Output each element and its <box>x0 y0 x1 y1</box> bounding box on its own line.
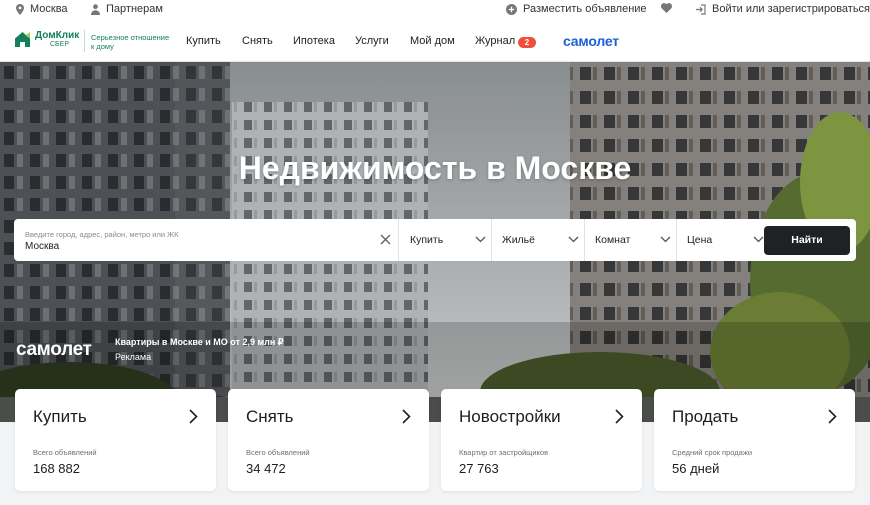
ad-brand-logo[interactable]: самолет <box>16 339 92 361</box>
card-subtitle: Всего объявлений <box>246 448 310 457</box>
heart-icon <box>661 3 672 13</box>
post-ad-link[interactable]: Разместить объявление <box>506 3 647 15</box>
city-label: Москва <box>30 3 68 15</box>
card-value: 34 472 <box>246 461 286 476</box>
card-title: Продать <box>672 407 739 426</box>
search-divider <box>398 219 399 261</box>
card-subtitle: Средний срок продажи <box>672 448 753 457</box>
card-title: Новостройки <box>459 407 561 426</box>
clear-icon[interactable] <box>380 234 391 245</box>
card-value: 27 763 <box>459 461 499 476</box>
card-value: 168 882 <box>33 461 80 476</box>
main-navigation: ДомКлик СБЕР Серьезное отношение к дому … <box>0 20 870 62</box>
login-icon <box>696 3 706 15</box>
logo-divider <box>84 30 85 52</box>
nav-link-journal[interactable]: Журнал <box>475 35 515 47</box>
person-icon <box>91 3 100 15</box>
favorites-button[interactable] <box>661 3 672 13</box>
card-new-buildings[interactable]: Новостройки Квартир от застройщиков 27 7… <box>441 389 642 491</box>
tagline: Серьезное отношение к дому <box>91 33 169 51</box>
search-input[interactable]: Москва <box>25 241 59 252</box>
chevron-down-icon <box>753 236 764 243</box>
search-divider <box>584 219 585 261</box>
logo-sub: СБЕР <box>50 41 69 48</box>
chevron-right-icon <box>615 409 624 424</box>
chevron-down-icon <box>475 236 486 243</box>
search-divider <box>676 219 677 261</box>
deal-type-select[interactable]: Купить <box>410 234 443 246</box>
login-link[interactable]: Войти или зарегистрироваться <box>695 3 870 15</box>
nav-link-rent[interactable]: Снять <box>242 35 273 47</box>
chevron-right-icon <box>402 409 411 424</box>
login-label: Войти или зарегистрироваться <box>712 3 870 15</box>
logo-name: ДомКлик <box>35 30 80 41</box>
nav-link-mortgage[interactable]: Ипотека <box>293 35 335 47</box>
rooms-select[interactable]: Комнат <box>595 234 630 246</box>
ad-text[interactable]: Квартиры в Москве и МО от 2,9 млн ₽ <box>115 337 284 348</box>
search-panel: Введите город, адрес, район, метро или Ж… <box>14 219 856 261</box>
card-buy[interactable]: Купить Всего объявлений 168 882 <box>15 389 216 491</box>
chevron-down-icon <box>660 236 671 243</box>
domclick-logo[interactable]: ДомКлик СБЕР <box>14 31 79 49</box>
property-type-select[interactable]: Жильё <box>502 234 535 246</box>
card-subtitle: Всего объявлений <box>33 448 97 457</box>
city-selector[interactable]: Москва <box>16 3 68 15</box>
search-placeholder: Введите город, адрес, район, метро или Ж… <box>25 230 179 239</box>
nav-link-my-home[interactable]: Мой дом <box>410 35 455 47</box>
card-sell[interactable]: Продать Средний срок продажи 56 дней <box>654 389 855 491</box>
search-divider <box>491 219 492 261</box>
nav-link-buy[interactable]: Купить <box>186 35 221 47</box>
top-utility-bar: Москва Партнерам Разместить объявление В… <box>0 0 870 20</box>
card-title: Купить <box>33 407 87 426</box>
house-logo-icon <box>15 32 30 47</box>
card-rent[interactable]: Снять Всего объявлений 34 472 <box>228 389 429 491</box>
partners-link[interactable]: Партнерам <box>91 3 163 15</box>
chevron-right-icon <box>828 409 837 424</box>
card-subtitle: Квартир от застройщиков <box>459 448 549 457</box>
search-button[interactable]: Найти <box>764 226 850 255</box>
chevron-down-icon <box>568 236 579 243</box>
plus-circle-icon <box>506 3 517 15</box>
location-pin-icon <box>16 3 24 15</box>
post-ad-label: Разместить объявление <box>523 3 647 15</box>
tagline-line-2: к дому <box>91 42 114 51</box>
ad-label: Реклама <box>115 352 152 362</box>
card-value: 56 дней <box>672 461 720 476</box>
price-select[interactable]: Цена <box>687 234 712 246</box>
card-title: Снять <box>246 407 294 426</box>
hero-title: Недвижимость в Москве <box>238 150 632 186</box>
chevron-right-icon <box>189 409 198 424</box>
nav-link-services[interactable]: Услуги <box>355 35 389 47</box>
journal-badge: 2 <box>518 37 536 48</box>
partners-label: Партнерам <box>106 3 163 15</box>
tagline-line-1: Серьезное отношение <box>91 33 170 42</box>
samolet-partner-logo[interactable]: самолет <box>563 33 619 49</box>
